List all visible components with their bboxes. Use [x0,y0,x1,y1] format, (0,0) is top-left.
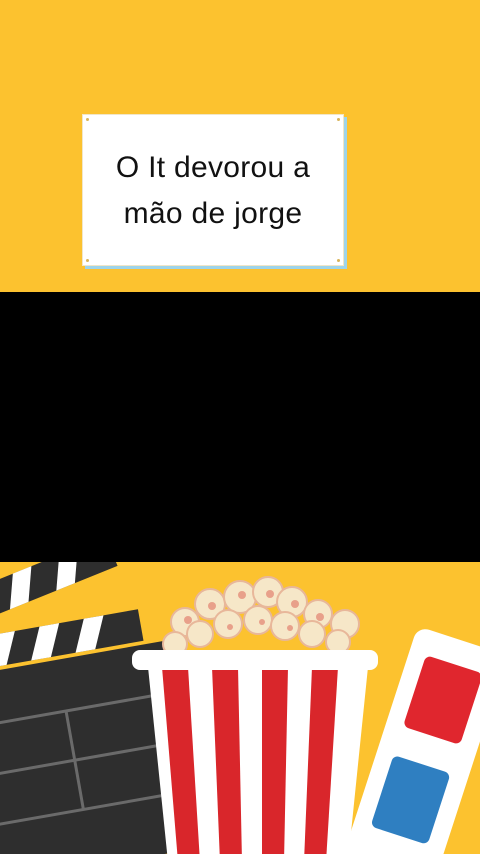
caption-card: O It devorou a mão de jorge [82,114,344,266]
cinema-illustration-svg [0,562,480,854]
card-corner-dot [86,118,89,121]
caption-line-1: O It devorou a [115,151,311,184]
cinema-illustration [0,562,480,854]
caption-text: O It devorou a mão de jorge [83,145,343,237]
caption-line-2: mão de jorge [123,197,303,230]
card-corner-dot [337,259,340,262]
top-background: O It devorou a mão de jorge [0,0,480,292]
card-corner-dot [86,259,89,262]
popcorn-icon [132,576,378,854]
video-player[interactable] [0,292,480,562]
card-corner-dot [337,118,340,121]
